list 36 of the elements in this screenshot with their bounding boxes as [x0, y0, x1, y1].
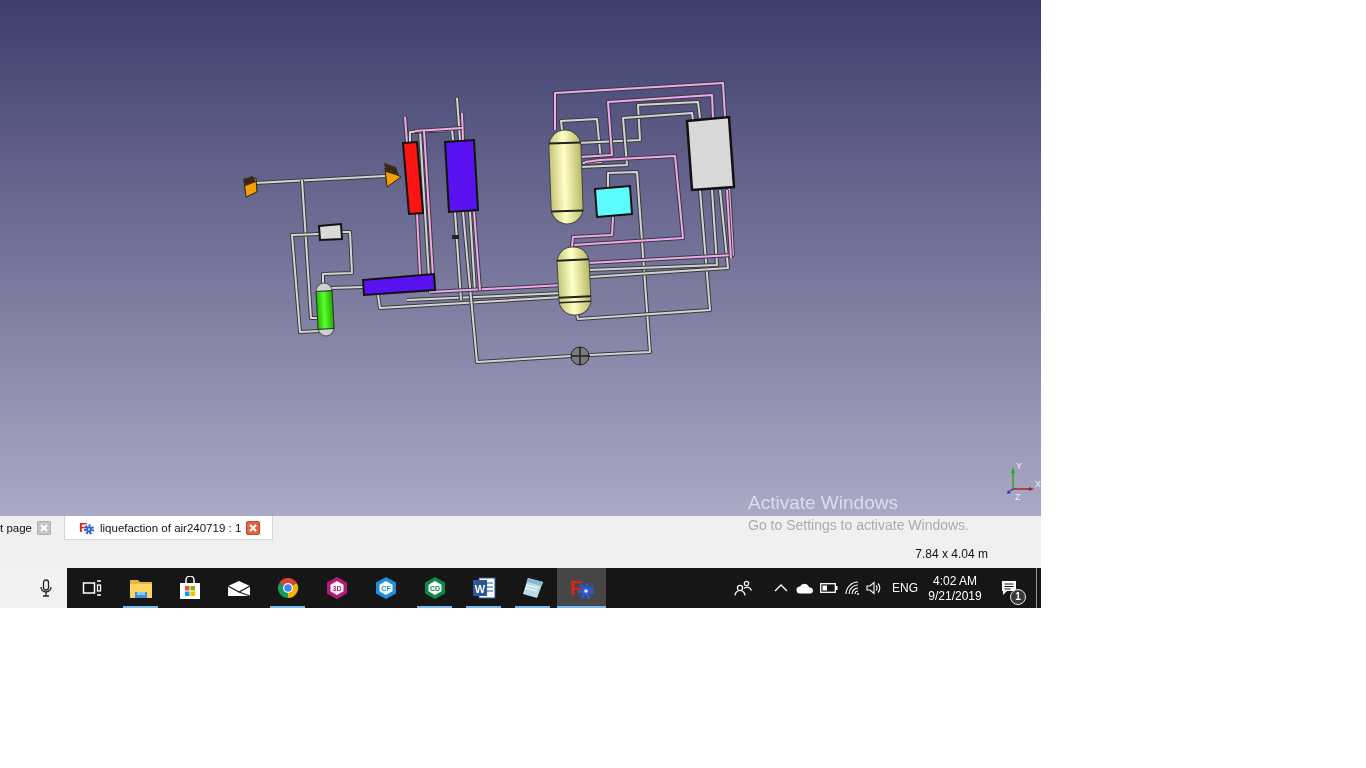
document-tab[interactable]: F liquefaction of air240719 : 1 — [64, 516, 274, 540]
notification-button[interactable]: 1 — [988, 568, 1030, 608]
activation-message: Go to Settings to activate Windows. — [748, 517, 969, 533]
notepad-icon — [521, 577, 544, 599]
axis-label: X — [1035, 479, 1041, 489]
cone-unit — [243, 176, 258, 198]
wifi-icon — [844, 581, 860, 595]
search-field[interactable] — [0, 568, 67, 608]
speech-bubble-icon — [1001, 580, 1017, 596]
envelope-icon — [226, 579, 251, 597]
small-cylinder — [315, 282, 335, 337]
valve-mark — [452, 235, 459, 239]
taskbar-app-button[interactable]: W — [459, 568, 508, 608]
box-unit — [593, 184, 634, 219]
clock-button[interactable]: 4:02 AM 9/21/2019 — [922, 568, 988, 608]
pump-symbol — [570, 346, 591, 366]
caret-up-icon — [774, 584, 788, 592]
axis-label: Z — [1015, 492, 1021, 502]
document-tab[interactable]: t page — [0, 516, 58, 540]
speaker-icon — [866, 581, 882, 595]
folder-icon — [128, 577, 153, 599]
microphone-icon — [40, 579, 52, 597]
language-button[interactable]: ENG — [890, 568, 920, 608]
cloud-icon — [796, 582, 814, 594]
axis-label: Y — [1016, 461, 1022, 471]
task-view-icon — [81, 579, 102, 597]
cone-unit — [384, 163, 402, 188]
notification-badge: 1 — [1010, 589, 1026, 605]
capsule-tank — [555, 245, 593, 317]
browser-logo-icon — [276, 577, 299, 599]
small-box-unit — [317, 222, 344, 242]
battery-icon — [820, 583, 838, 593]
people-icon — [734, 580, 752, 596]
shopping-bag-icon — [178, 576, 201, 600]
dimension-readout: 7.84 x 4.04 m — [915, 547, 988, 561]
close-icon[interactable] — [246, 520, 261, 535]
